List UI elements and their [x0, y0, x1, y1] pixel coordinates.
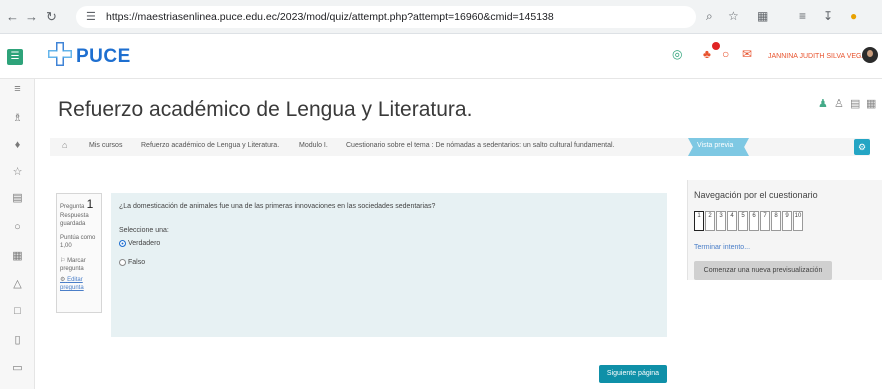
star-icon[interactable]: ☆ [728, 9, 739, 23]
nav-question-5[interactable]: 5 [738, 211, 748, 231]
gear-small-icon: ⚙ [60, 277, 66, 283]
nav-question-4[interactable]: 4 [727, 211, 737, 231]
option-verdadero[interactable]: Verdadero [119, 240, 160, 247]
breadcrumb-item-quiz[interactable]: Cuestionario sobre el tema : De nómadas … [346, 142, 615, 149]
question-score: Puntúa como 1,00 [60, 235, 96, 249]
avatar[interactable] [862, 47, 878, 63]
question-number: 1 [86, 197, 94, 211]
settings-gear-button[interactable]: ⚙ [854, 139, 870, 155]
page-title: Refuerzo académico de Lengua y Literatur… [58, 98, 473, 121]
nav-question-6[interactable]: 6 [749, 211, 759, 231]
breadcrumb-item-mis-cursos[interactable]: Mis cursos [89, 142, 122, 149]
nav-question-7[interactable]: 7 [760, 211, 770, 231]
home-icon[interactable]: ⌂ [62, 140, 67, 150]
grad-cap-icon[interactable]: △ [0, 277, 35, 290]
compass-icon[interactable]: ○ [0, 221, 35, 233]
breadcrumb-item-module[interactable]: Modulo I. [299, 142, 328, 149]
breadcrumb-item-vista-previa: Vista previa [697, 142, 734, 149]
question-info-panel: Pregunta 1 Respuesta guardada Puntúa com… [56, 193, 102, 313]
option-falso-label: Falso [128, 259, 146, 266]
reload-icon[interactable]: ↻ [46, 9, 57, 25]
reports-icon[interactable]: ▤ [850, 97, 860, 110]
clipboard-icon[interactable]: ▯ [0, 333, 35, 346]
question-panel: ¿La domesticación de animales fue una de… [111, 193, 667, 337]
breadcrumb: ⌂ Mis cursos Refuerzo académico de Lengu… [50, 138, 870, 156]
nav-question-3[interactable]: 3 [716, 211, 726, 231]
edit-question-link[interactable]: ⚙ Editar pregunta [60, 276, 98, 292]
nav-question-10[interactable]: 10 [793, 211, 803, 231]
site-info-icon[interactable]: ☰ [86, 10, 96, 23]
browser-toolbar: ← → ↻ ☰ https://maestriasenlinea.puce.ed… [0, 0, 882, 34]
menu-toggle-button[interactable]: ☰ [7, 49, 23, 65]
nav-question-2[interactable]: 2 [705, 211, 715, 231]
profile-icon[interactable]: ● [850, 9, 857, 23]
quiz-navigation-numbers: 1 2 3 4 5 6 7 8 9 10 [694, 211, 803, 231]
nav-question-9[interactable]: 9 [782, 211, 792, 231]
next-page-button[interactable]: Siguiente página [599, 365, 667, 383]
bell-icon[interactable]: ♣ [703, 47, 711, 61]
tab-search-icon[interactable]: ≡ [799, 9, 806, 23]
address-bar[interactable]: ☰ https://maestriasenlinea.puce.edu.ec/2… [76, 6, 696, 28]
zoom-icon[interactable]: ⌕ [706, 9, 713, 24]
finish-attempt-link[interactable]: Terminar intento... [694, 244, 750, 251]
puce-logo[interactable]: PUCE [46, 40, 130, 70]
breadcrumb-item-course[interactable]: Refuerzo académico de Lengua y Literatur… [141, 142, 279, 149]
left-sidebar: ≡ ♗ ♦ ☆ ▤ ○ ▦ △ □ ▯ ▭ [0, 79, 35, 389]
user-name[interactable]: JANNINA JUDITH SILVA VEGA [768, 53, 866, 60]
badge-icon[interactable]: ♦ [0, 139, 35, 151]
notification-badge [712, 42, 720, 50]
folder-icon[interactable]: ▭ [0, 361, 35, 374]
option-verdadero-label: Verdadero [128, 240, 161, 247]
document-icon[interactable]: □ [0, 305, 35, 317]
nav-question-8[interactable]: 8 [771, 211, 781, 231]
logo-text: PUCE [76, 46, 131, 67]
calendar-icon[interactable]: ▦ [0, 249, 35, 262]
quiz-navigation-title: Navegación por el cuestionario [694, 190, 818, 200]
download-icon[interactable]: ↧ [823, 9, 833, 23]
book-icon[interactable]: ▤ [0, 191, 35, 204]
chat-icon[interactable]: ○ [722, 47, 729, 61]
star-outline-icon[interactable]: ☆ [0, 165, 35, 178]
question-label: Pregunta [60, 204, 85, 210]
question-text: ¿La domesticación de animales fue una de… [119, 203, 436, 210]
extensions-icon[interactable]: ▦ [757, 9, 768, 23]
site-header: ☰ PUCE ◎ ♣ ○ ✉ JANNINA JUDITH SILVA VEGA [0, 34, 882, 79]
calendar-small-icon[interactable]: ▦ [866, 97, 876, 110]
language-icon[interactable]: ◎ [672, 47, 682, 61]
back-icon[interactable]: ← [6, 9, 19, 24]
radio-falso[interactable] [119, 259, 126, 266]
url-text: https://maestriasenlinea.puce.edu.ec/202… [106, 11, 554, 23]
trophy-icon[interactable]: ♗ [0, 111, 35, 124]
cross-logo-icon [48, 42, 72, 66]
grades-icon[interactable]: ♙ [834, 97, 844, 110]
flag-icon: ⚐ [60, 258, 66, 264]
radio-verdadero[interactable] [119, 240, 126, 247]
flag-question[interactable]: ⚐ Marcar pregunta [60, 257, 98, 273]
nav-question-1[interactable]: 1 [694, 211, 704, 231]
forward-icon[interactable]: → [25, 9, 38, 24]
participants-icon[interactable]: ♟ [818, 97, 828, 110]
list-icon[interactable]: ≡ [0, 83, 35, 95]
question-status: Respuesta guardada [60, 213, 89, 227]
option-falso[interactable]: Falso [119, 259, 145, 266]
mail-icon[interactable]: ✉ [742, 47, 752, 61]
select-prompt: Seleccione una: [119, 227, 169, 234]
new-preview-button[interactable]: Comenzar una nueva previsualización [694, 261, 832, 280]
